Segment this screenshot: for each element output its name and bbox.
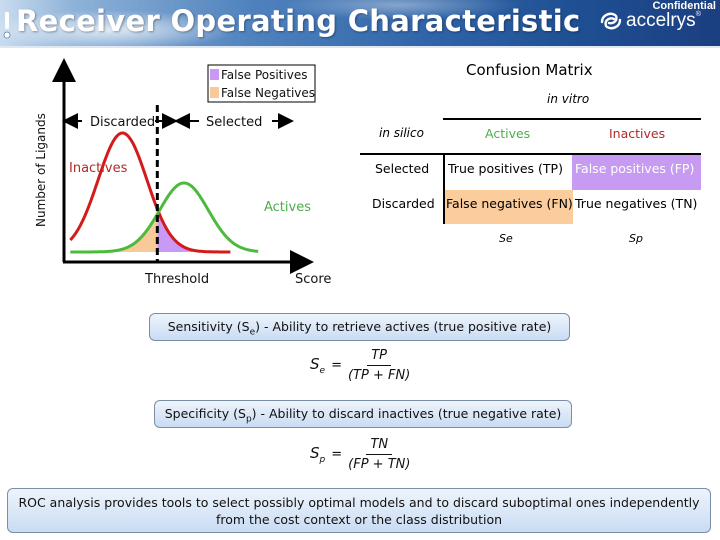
legend-label-false-negatives: False Negatives [221,86,315,100]
legend-swatch-false-negatives [210,87,219,98]
formula-numerator: TN [366,437,393,455]
specificity-formula: Sp = TN (FP + TN) [310,437,410,472]
x-axis-label: Score [295,272,331,287]
formula-symbol: Sp [310,444,326,465]
footer-sensitivity-symbol: Se [499,232,513,245]
summary-line-1: ROC analysis provides tools to select po… [18,494,700,510]
slide-title: Receiver Operating Characteristic [16,4,581,38]
equals-sign: = [331,358,342,373]
inactives-label: Inactives [69,161,128,176]
row-label-selected: Selected [375,161,430,176]
formula-fraction: TP (TP + FN) [348,348,410,383]
accelrys-logo: accelrys ® [598,10,701,32]
formula-symbol: Se [310,355,326,376]
matrix-top-rule [443,118,701,120]
row-label-discarded: Discarded [372,196,435,211]
sensitivity-formula: Se = TP (TP + FN) [310,348,410,383]
equals-sign: = [331,447,343,462]
sensitivity-text: Sensitivity (S [167,319,250,334]
formula-denominator: (FP + TN) [348,457,411,472]
footer-specificity-symbol: Sp [629,232,643,245]
legend: False Positives False Negatives [207,64,316,103]
cell-false-negatives-text: False negatives (FN) [446,196,573,211]
score-distribution-plot: Discarded Selected Inactives Actives Thr… [34,58,331,287]
selected-label: Selected [206,115,262,130]
title-banner: Receiver Operating Characteristic Confid… [0,0,720,46]
logo-text: accelrys [626,10,696,31]
sensitivity-definition-box: Sensitivity (Se) - Ability to retrieve a… [149,313,570,341]
specificity-text: Specificity (S [164,406,246,421]
in-vitro-label: in vitro [547,92,590,106]
legend-swatch-false-positives [210,69,219,80]
discarded-label: Discarded [90,115,155,130]
y-axis-label: Number of Ligands [34,113,48,227]
sensitivity-text: ) - Ability to retrieve actives (true po… [255,319,552,334]
specificity-definition-box: Specificity (Sp) - Ability to discard in… [154,400,572,428]
cell-true-positives: True positives (TP) [448,161,563,176]
legend-label-false-positives: False Positives [221,68,307,82]
cell-true-negatives: True negatives (TN) [575,196,698,211]
cell-text: True positives (TP) [448,161,563,176]
confusion-matrix-title: Confusion Matrix [466,61,593,79]
formula-denominator: (TP + FN) [347,368,411,383]
slide-bullet-icon [3,12,11,39]
accelrys-swirl-icon [600,12,622,30]
summary-line-2: from the cost context or the class distr… [215,511,503,527]
in-silico-label: in silico [379,126,424,140]
registered-mark: ® [695,10,701,18]
roc-summary-box: ROC analysis provides tools to select po… [7,488,711,533]
column-header-actives: Actives [485,126,531,141]
specificity-text: ) - Ability to discard inactives (true n… [251,406,562,421]
threshold-label: Threshold [144,272,209,287]
actives-label: Actives [264,200,311,215]
column-header-inactives: Inactives [609,126,666,141]
cell-false-positives-text: False positives (FP) [575,161,695,176]
formula-fraction: TN (FP + TN) [348,437,410,472]
formula-numerator: TP [367,348,392,366]
